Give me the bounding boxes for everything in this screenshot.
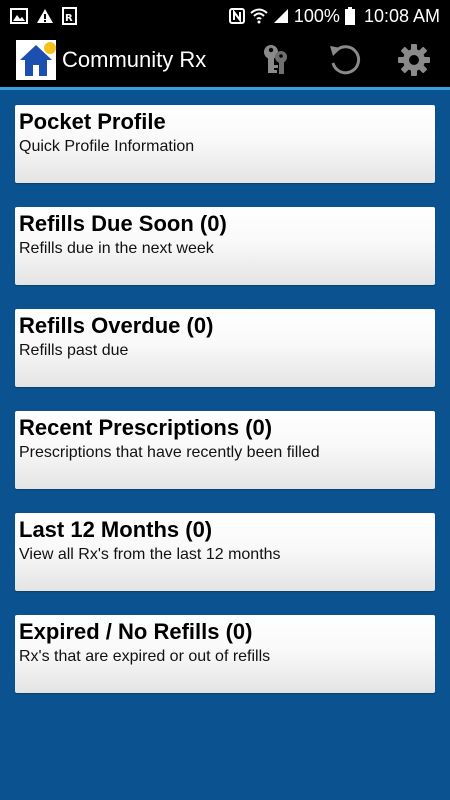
svg-text:R: R xyxy=(65,13,73,24)
menu-item-pocket-profile[interactable]: Pocket Profile Quick Profile Information xyxy=(15,105,435,183)
status-bar: R 100% 10:08 AM xyxy=(0,0,450,32)
image-icon xyxy=(10,8,28,24)
gear-icon[interactable] xyxy=(396,42,432,78)
menu-item-refills-due-soon[interactable]: Refills Due Soon (0) Refills due in the … xyxy=(15,207,435,285)
menu-item-title: Last 12 Months (0) xyxy=(19,517,213,542)
battery-icon xyxy=(344,7,355,25)
menu-item-subtitle: Refills past due xyxy=(19,342,129,359)
app-bar-divider xyxy=(0,87,450,90)
menu-item-title: Pocket Profile xyxy=(19,109,166,134)
house-logo-icon xyxy=(16,40,56,80)
cell-signal-icon xyxy=(273,8,289,24)
nfc-icon xyxy=(228,8,245,24)
menu-item-subtitle: Refills due in the next week xyxy=(19,240,214,257)
keys-icon[interactable] xyxy=(258,42,294,78)
warning-icon xyxy=(36,8,54,24)
menu-item-last-12-months[interactable]: Last 12 Months (0) View all Rx's from th… xyxy=(15,513,435,591)
app-title: Community Rx xyxy=(62,47,207,72)
menu-item-title: Refills Due Soon (0) xyxy=(19,211,227,236)
menu-item-title: Refills Overdue (0) xyxy=(19,313,214,338)
status-left-icons: R xyxy=(10,7,78,25)
status-right-icons: 100% 10:08 AM xyxy=(228,5,440,27)
menu-item-title: Recent Prescriptions (0) xyxy=(19,415,273,440)
menu-item-subtitle: Quick Profile Information xyxy=(19,138,195,155)
menu-item-title: Expired / No Refills (0) xyxy=(19,619,253,644)
app-bar: Community Rx xyxy=(0,32,450,87)
rx-notification-icon: R xyxy=(62,7,78,25)
refresh-icon[interactable] xyxy=(327,42,363,78)
battery-percent: 100% xyxy=(293,5,340,26)
menu-item-recent-prescriptions[interactable]: Recent Prescriptions (0) Prescriptions t… xyxy=(15,411,435,489)
menu-item-subtitle: Rx's that are expired or out of refills xyxy=(19,648,271,665)
wifi-icon xyxy=(250,8,268,24)
menu-item-subtitle: Prescriptions that have recently been fi… xyxy=(19,444,320,461)
menu-item-expired-no-refills[interactable]: Expired / No Refills (0) Rx's that are e… xyxy=(15,615,435,693)
menu-item-subtitle: View all Rx's from the last 12 months xyxy=(19,546,281,563)
menu-item-refills-overdue[interactable]: Refills Overdue (0) Refills past due xyxy=(15,309,435,387)
clock: 10:08 AM xyxy=(363,5,440,26)
